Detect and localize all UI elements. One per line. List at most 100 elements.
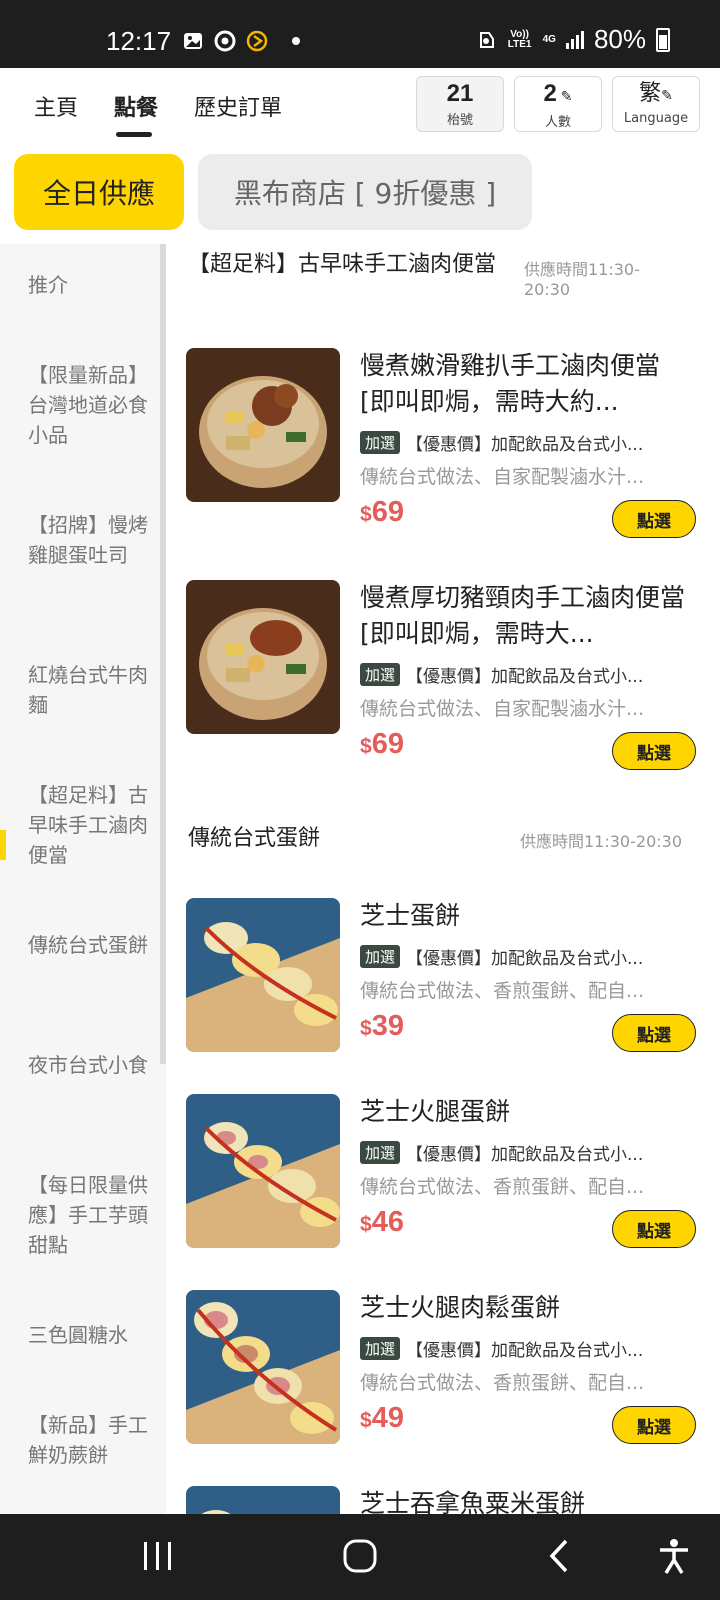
sidebar-item-beef-noodle[interactable]: 紅燒台式牛肉麵	[28, 660, 148, 720]
play-circle-icon	[246, 30, 268, 52]
status-time: 12:17	[106, 26, 172, 56]
menu-tab-store[interactable]: 黑布商店 [ 9折優惠 ]	[198, 154, 532, 230]
language-char: 繁	[639, 81, 662, 106]
tuna-corn-egg-pancake-photo	[186, 1486, 340, 1514]
people-count-label: 人數	[544, 115, 571, 130]
select-button[interactable]: 點選	[612, 500, 696, 538]
menu-item-promo: 【優惠價】加配飲品及台式小...	[406, 1145, 644, 1165]
menu-item-promo: 【優惠價】加配飲品及台式小...	[406, 1341, 644, 1361]
table-number-label: 枱號	[446, 113, 473, 128]
menu-item-price: $39	[360, 1010, 404, 1042]
menu-tab-all-day[interactable]: 全日供應	[14, 154, 184, 230]
ham-egg-pancake-photo	[186, 1094, 340, 1248]
sidebar-item-limited-new[interactable]: 【限量新品】台灣地道必食小品	[28, 360, 148, 450]
people-count: 2	[543, 80, 557, 107]
egg-pancake-photo	[186, 898, 340, 1052]
sidebar-item-egg-pancake[interactable]: 傳統台式蛋餅	[28, 930, 148, 960]
menu-item-tag-row: 加選 【優惠價】加配飲品及台式小...	[360, 662, 700, 687]
bento-chicken-photo	[186, 348, 340, 502]
menu-item-description: 傳統台式做法、香煎蛋餅、配自...	[360, 1372, 645, 1394]
edit-icon: ✎	[556, 88, 573, 104]
signal-icon	[565, 30, 584, 49]
menu-list: 【超足料】古早味手工滷肉便當 供應時間11:30-20:30 慢煮嫩滑雞扒手工滷…	[166, 244, 720, 1514]
system-navigation-bar	[0, 1514, 720, 1600]
sidebar-item-taro-dessert[interactable]: 【每日限量供應】手工芋頭甜點	[28, 1170, 148, 1260]
add-on-tag: 加選	[360, 1141, 401, 1164]
sidebar-item-braised-pork-bento[interactable]: 【超足料】古早味手工滷肉便當	[28, 780, 148, 870]
recycle-icon	[479, 31, 494, 48]
status-system-icons: Vo)) LTE1 4G 80%	[475, 24, 670, 55]
table-number-box: 21 枱號	[416, 76, 504, 132]
menu-item-card[interactable]: 慢煮厚切豬頸肉手工滷肉便當 [即叫即焗，需時大... 加選 【優惠價】加配飲品及…	[186, 580, 706, 770]
top-navigation: 主頁 點餐 歷史訂單 21 枱號 2 ✎ 人數 繁✎ Language	[0, 68, 720, 144]
add-on-tag: 加選	[360, 1337, 401, 1360]
status-bar: 12:17 Vo)) LTE1 4G 80%	[0, 0, 720, 68]
ham-floss-egg-pancake-photo	[186, 1290, 340, 1444]
menu-item-card[interactable]: 慢煮嫩滑雞扒手工滷肉便當 [即叫即焗，需時大約... 加選 【優惠價】加配飲品及…	[186, 348, 706, 538]
menu-item-card[interactable]: 芝士火腿肉鬆蛋餅 加選 【優惠價】加配飲品及台式小... 傳統台式做法、香煎蛋餅…	[186, 1290, 706, 1450]
menu-item-card[interactable]: 芝士火腿蛋餅 加選 【優惠價】加配飲品及台式小... 傳統台式做法、香煎蛋餅、配…	[186, 1094, 706, 1254]
add-on-tag: 加選	[360, 945, 401, 968]
menu-item-tag-row: 加選 【優惠價】加配飲品及台式小...	[360, 1336, 700, 1361]
menu-item-name: 芝士吞拿魚粟米蛋餅	[360, 1489, 586, 1514]
menu-item-description: 傳統台式做法、香煎蛋餅、配自...	[360, 1176, 645, 1198]
language-label: Language	[623, 111, 689, 126]
menu-item-name: 芝士火腿肉鬆蛋餅	[360, 1293, 561, 1322]
menu-item-price: $69	[360, 496, 404, 528]
category-sidebar: 推介 【限量新品】台灣地道必食小品 【招牌】慢烤雞腿蛋吐司 紅燒台式牛肉麵 【超…	[0, 244, 166, 1514]
notification-dot-icon	[292, 37, 300, 45]
select-button[interactable]: 點選	[612, 1210, 696, 1248]
section-service-time: 供應時間11:30-20:30	[520, 832, 682, 851]
back-icon[interactable]	[540, 1536, 580, 1576]
menu-item-tag-row: 加選 【優惠價】加配飲品及台式小...	[360, 1140, 700, 1165]
menu-item-description: 傳統台式做法、自家配製滷水汁...	[360, 698, 645, 720]
menu-item-price: $46	[360, 1206, 404, 1238]
language-button[interactable]: 繁✎ Language	[612, 76, 700, 132]
recent-apps-icon[interactable]	[138, 1536, 178, 1576]
menu-item-name: 芝士蛋餅	[360, 901, 461, 930]
chrome-icon	[214, 30, 236, 52]
sidebar-item-night-market-snacks[interactable]: 夜市台式小食	[28, 1050, 148, 1080]
gallery-icon	[184, 33, 202, 49]
tab-order-history[interactable]: 歷史訂單	[194, 90, 282, 122]
tab-order[interactable]: 點餐	[114, 90, 158, 122]
menu-item-description: 傳統台式做法、香煎蛋餅、配自...	[360, 980, 645, 1002]
section-service-time: 供應時間11:30-20:30	[524, 260, 640, 299]
select-button[interactable]: 點選	[612, 732, 696, 770]
menu-item-tag-row: 加選 【優惠價】加配飲品及台式小...	[360, 430, 700, 455]
menu-item-description: 傳統台式做法、自家配製滷水汁...	[360, 466, 645, 488]
active-tab-indicator	[116, 132, 152, 137]
menu-item-card[interactable]: 芝士蛋餅 加選 【優惠價】加配飲品及台式小... 傳統台式做法、香煎蛋餅、配自.…	[186, 898, 706, 1058]
menu-item-price: $69	[360, 728, 404, 760]
bento-pork-neck-photo	[186, 580, 340, 734]
menu-item-name: 芝士火腿蛋餅	[360, 1097, 511, 1126]
menu-item-name: 慢煮嫩滑雞扒手工滷肉便當 [即叫即焗，需時大約...	[360, 351, 661, 416]
sidebar-item-signature-toast[interactable]: 【招牌】慢烤雞腿蛋吐司	[28, 510, 148, 570]
accessibility-icon[interactable]	[654, 1536, 694, 1576]
sidebar-item-warabi-mochi[interactable]: 【新品】手工鮮奶蕨餅	[28, 1410, 148, 1470]
section-title: 傳統台式蛋餅	[188, 826, 321, 851]
menu-item-price: $49	[360, 1402, 404, 1434]
home-icon[interactable]	[340, 1536, 380, 1576]
menu-item-card[interactable]: 芝士吞拿魚粟米蛋餅	[186, 1486, 706, 1514]
status-notification-icons	[182, 30, 300, 52]
edit-icon: ✎	[661, 88, 673, 104]
battery-percent: 80%	[593, 24, 646, 54]
section-title: 【超足料】古早味手工滷肉便當	[188, 252, 497, 277]
select-button[interactable]: 點選	[612, 1014, 696, 1052]
network-4g-label: 4G	[542, 33, 556, 45]
menu-item-name: 慢煮厚切豬頸肉手工滷肉便當 [即叫即焗，需時大...	[360, 583, 686, 648]
sidebar-item-recommended[interactable]: 推介	[28, 270, 148, 300]
select-button[interactable]: 點選	[612, 1406, 696, 1444]
add-on-tag: 加選	[360, 663, 401, 686]
people-count-button[interactable]: 2 ✎ 人數	[514, 76, 602, 132]
menu-item-promo: 【優惠價】加配飲品及台式小...	[406, 667, 644, 687]
table-number: 21	[446, 80, 474, 107]
active-category-indicator	[0, 830, 6, 860]
battery-icon	[656, 27, 670, 52]
network-lte-label: Vo)) LTE1	[507, 28, 532, 50]
sidebar-item-tricolor-dessert[interactable]: 三色圓糖水	[28, 1320, 148, 1350]
tab-home[interactable]: 主頁	[34, 90, 78, 122]
add-on-tag: 加選	[360, 431, 401, 454]
menu-item-tag-row: 加選 【優惠價】加配飲品及台式小...	[360, 944, 700, 969]
